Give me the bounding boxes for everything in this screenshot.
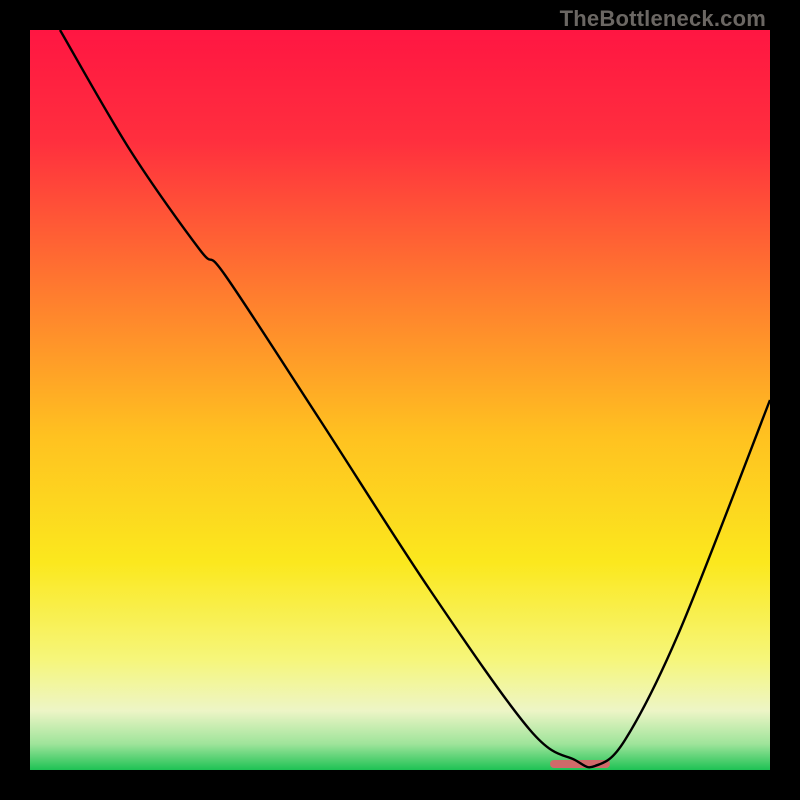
- chart-background: [30, 30, 770, 770]
- chart-frame: [30, 30, 770, 770]
- watermark-text: TheBottleneck.com: [560, 6, 766, 32]
- bottleneck-chart: [30, 30, 770, 770]
